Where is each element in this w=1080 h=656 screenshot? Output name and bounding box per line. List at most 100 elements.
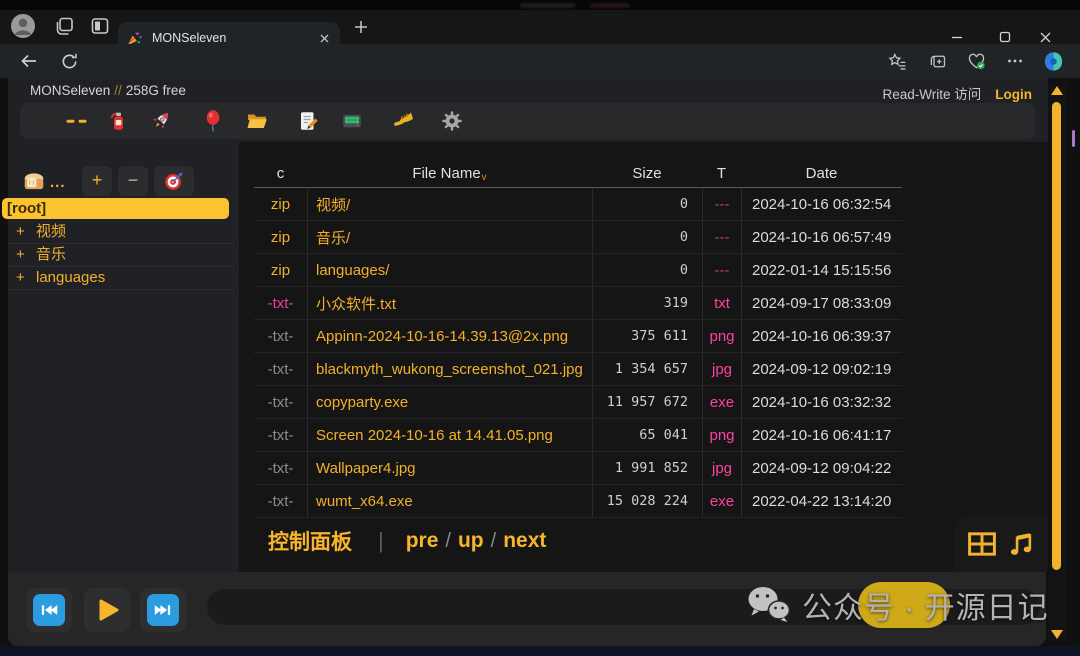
tree-item-root[interactable]: [root] bbox=[2, 198, 229, 219]
row-action-link[interactable]: -txt- bbox=[254, 452, 307, 484]
pager-button[interactable] bbox=[340, 109, 364, 133]
tree-collapse-button[interactable]: − bbox=[118, 166, 148, 196]
tab-actions-button[interactable] bbox=[88, 14, 112, 38]
file-name-link[interactable]: 小众软件.txt bbox=[307, 287, 592, 319]
tab-layout-icon bbox=[88, 14, 112, 38]
row-action-link[interactable]: -txt- bbox=[254, 485, 307, 517]
media-previous-button[interactable] bbox=[26, 588, 72, 632]
page-scrollbar[interactable] bbox=[1048, 82, 1066, 641]
browser-navbar: 127.0.0.1 bbox=[0, 44, 1080, 78]
tree-jump-button[interactable] bbox=[154, 166, 194, 196]
file-name-link[interactable]: Appinn-2024-10-16-14.39.13@2x.png bbox=[307, 320, 592, 352]
file-name-link[interactable]: wumt_x64.exe bbox=[307, 485, 592, 517]
tree-expand-button[interactable]: + bbox=[82, 166, 112, 196]
file-table: c File Namev Size T Date zip视频/0---2024-… bbox=[254, 160, 902, 518]
copilot-button[interactable] bbox=[1040, 48, 1067, 74]
row-action-link[interactable]: -txt- bbox=[254, 287, 307, 319]
file-size: 0 bbox=[592, 188, 702, 220]
back-arrow-icon bbox=[19, 51, 39, 71]
scrollbar-thumb[interactable] bbox=[1052, 102, 1061, 570]
browser-essentials-button[interactable] bbox=[963, 49, 989, 73]
tree-dots-label[interactable]: ... bbox=[50, 174, 66, 191]
workspaces-button[interactable] bbox=[52, 14, 76, 38]
scroll-up-arrow[interactable] bbox=[1051, 86, 1063, 95]
file-type: --- bbox=[702, 221, 741, 253]
footer-link-up[interactable]: up bbox=[458, 529, 484, 553]
scroll-down-arrow[interactable] bbox=[1051, 630, 1063, 639]
settings-more-button[interactable] bbox=[1002, 49, 1028, 73]
tree-item-视频[interactable]: +视频 bbox=[8, 221, 235, 244]
footer-link-next[interactable]: next bbox=[503, 529, 546, 553]
tree-expand-toggle[interactable]: + bbox=[8, 221, 36, 243]
column-header-type[interactable]: T bbox=[702, 160, 741, 187]
file-date: 2024-10-16 06:39:37 bbox=[741, 320, 902, 352]
file-size: 319 bbox=[592, 287, 702, 319]
refresh-icon bbox=[60, 52, 79, 71]
dashes-button[interactable] bbox=[65, 109, 89, 133]
collections-button[interactable] bbox=[924, 49, 950, 73]
tree-item-label: 视频 bbox=[36, 223, 66, 240]
media-next-button[interactable] bbox=[140, 588, 186, 632]
memo-button[interactable] bbox=[295, 109, 319, 133]
music-note-icon[interactable] bbox=[1007, 530, 1035, 558]
row-action-link[interactable]: -txt- bbox=[254, 419, 307, 451]
hotkeys-button[interactable] bbox=[149, 109, 173, 133]
table-row: ziplanguages/0---2022-01-14 15:15:56 bbox=[254, 254, 902, 287]
site-name-link[interactable]: MONSeleven bbox=[30, 83, 110, 98]
file-date: 2022-01-14 15:15:56 bbox=[741, 254, 902, 286]
row-action-link[interactable]: -txt- bbox=[254, 386, 307, 418]
new-tab-button[interactable] bbox=[350, 16, 372, 38]
folder-button[interactable] bbox=[245, 109, 269, 133]
balloon-button[interactable] bbox=[201, 109, 225, 133]
file-name-link[interactable]: Screen 2024-10-16 at 14.41.05.png bbox=[307, 419, 592, 451]
row-action-link[interactable]: zip bbox=[254, 254, 307, 286]
view-toggle-panel bbox=[954, 516, 1048, 572]
footer-link-pre[interactable]: pre bbox=[406, 529, 439, 553]
file-name-link[interactable]: copyparty.exe bbox=[307, 386, 592, 418]
file-type: --- bbox=[702, 254, 741, 286]
file-name-link[interactable]: 音乐/ bbox=[307, 221, 592, 253]
file-name-link[interactable]: blackmyth_wukong_screenshot_021.jpg bbox=[307, 353, 592, 385]
row-action-link[interactable]: zip bbox=[254, 188, 307, 220]
file-size: 375 611 bbox=[592, 320, 702, 352]
file-name-link[interactable]: languages/ bbox=[307, 254, 592, 286]
profile-avatar[interactable] bbox=[10, 13, 36, 39]
control-panel-link[interactable]: 控制面板 bbox=[268, 526, 352, 556]
trumpet-button[interactable] bbox=[391, 109, 415, 133]
column-header-size[interactable]: Size bbox=[592, 160, 702, 187]
column-header-c[interactable]: c bbox=[254, 160, 307, 187]
toolbar bbox=[20, 103, 1035, 139]
tree-toggle-button[interactable] bbox=[20, 168, 48, 196]
background-artifact bbox=[590, 3, 630, 8]
tree-item-languages[interactable]: +languages bbox=[8, 267, 235, 290]
skip-back-icon bbox=[33, 594, 65, 626]
tree-expand-toggle[interactable]: + bbox=[8, 244, 36, 266]
media-play-button[interactable] bbox=[84, 588, 130, 632]
favorites-bar-button[interactable] bbox=[884, 49, 910, 73]
column-header-name[interactable]: File Namev bbox=[307, 160, 592, 187]
file-type: png bbox=[702, 320, 741, 352]
play-icon bbox=[92, 595, 122, 625]
settings-button[interactable] bbox=[440, 109, 464, 133]
tree-item-label: 音乐 bbox=[36, 246, 66, 263]
dart-target-icon bbox=[163, 170, 185, 192]
row-action-link[interactable]: -txt- bbox=[254, 320, 307, 352]
tree-expand-toggle[interactable]: + bbox=[8, 267, 36, 289]
fire-extinguisher-icon bbox=[106, 109, 130, 133]
row-action-link[interactable]: -txt- bbox=[254, 353, 307, 385]
login-link[interactable]: Login bbox=[995, 87, 1032, 102]
tree-item-音乐[interactable]: +音乐 bbox=[8, 244, 235, 267]
unpost-button[interactable] bbox=[106, 109, 130, 133]
file-name-link[interactable]: Wallpaper4.jpg bbox=[307, 452, 592, 484]
row-action-link[interactable]: zip bbox=[254, 221, 307, 253]
balloon-icon bbox=[201, 109, 225, 133]
file-name-link[interactable]: 视频/ bbox=[307, 188, 592, 220]
column-header-date[interactable]: Date bbox=[741, 160, 902, 187]
refresh-button[interactable] bbox=[56, 49, 82, 73]
file-date: 2024-09-12 09:04:22 bbox=[741, 452, 902, 484]
gear-icon bbox=[440, 109, 464, 133]
back-button[interactable] bbox=[16, 49, 42, 73]
watermark: 公众号 · 开源日记 bbox=[744, 580, 1049, 630]
access-status: Read-Write 访问Login bbox=[600, 83, 1032, 103]
grid-view-icon[interactable] bbox=[967, 531, 997, 557]
